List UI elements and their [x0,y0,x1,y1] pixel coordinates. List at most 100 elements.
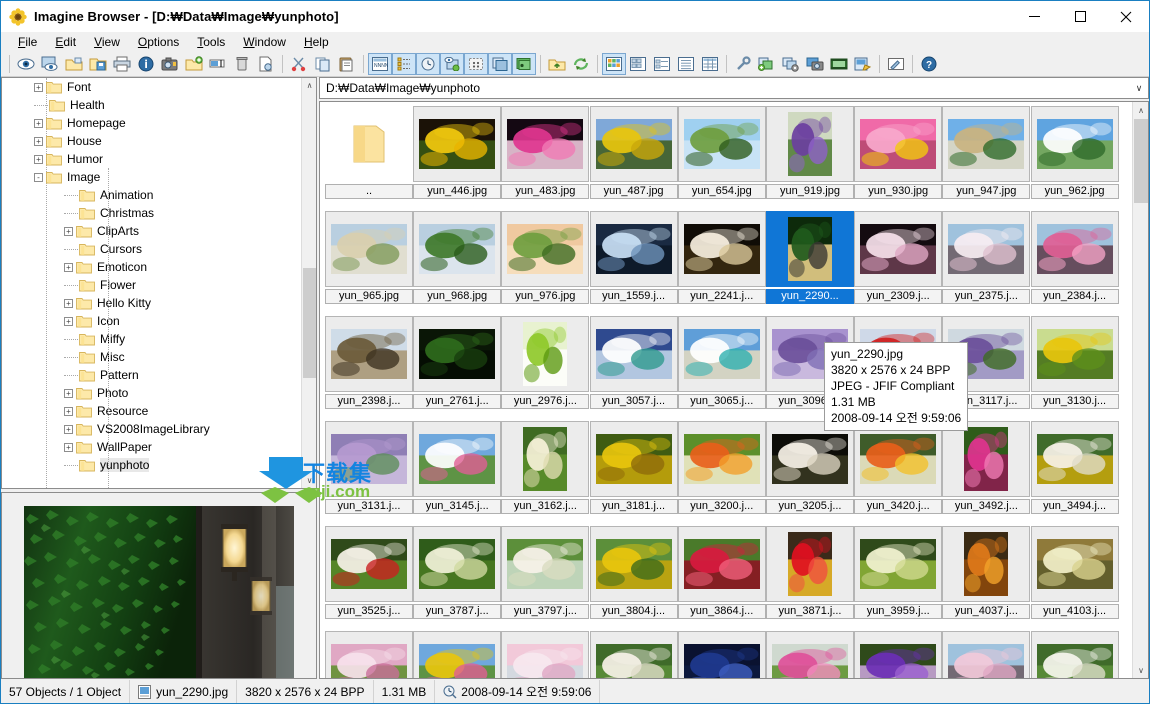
thumbnail-item[interactable]: yun_3420.j... [854,421,943,514]
tree-expander[interactable]: + [34,136,43,146]
thumbnail-image[interactable] [501,631,590,678]
tree-node-cliparts[interactable]: + ClipArts [2,222,316,240]
tree-node-house[interactable]: + House [2,132,316,150]
thumbnail-item[interactable]: yun_968.jpg [413,211,502,304]
thumbnail-item[interactable]: yun_976.jpg [501,211,590,304]
tree-node-christmas[interactable]: Christmas [2,204,316,222]
thumbnail-item[interactable]: yun_4037.j... [942,526,1031,619]
tree-node-misc[interactable]: Misc [2,348,316,366]
tree-expander[interactable]: + [64,424,73,434]
tree-scroll-down-arrow[interactable]: ∨ [302,473,316,488]
thumbnail-image[interactable] [1030,526,1119,602]
menu-tools[interactable]: Tools [188,33,234,52]
open-folder-icon[interactable] [62,53,86,75]
capture-screen-icon[interactable] [803,53,827,75]
tree-node-resource[interactable]: + Resource [2,402,316,420]
grid-scrollbar-thumb[interactable] [1134,119,1148,203]
menu-window[interactable]: Window [234,33,295,52]
parent-folder-icon[interactable] [545,53,569,75]
path-bar[interactable]: D:₩Data₩Image₩yunphoto ∨ [319,77,1149,99]
thumbnail-item[interactable]: yun_483.jpg [501,106,590,199]
thumbnail-item[interactable]: yun_654.jpg [677,106,766,199]
tree-scrollbar-thumb[interactable] [303,268,316,378]
thumbnail-item[interactable]: yun_2976.j... [501,316,590,409]
parent-folder-item[interactable]: .. [325,106,413,199]
tree-scroll-up-arrow[interactable]: ∧ [302,78,316,93]
close-button[interactable] [1103,1,1149,32]
copy-window-icon[interactable] [488,53,512,75]
tree-expander[interactable]: + [64,316,73,326]
thumbnail-image[interactable] [677,211,766,287]
clock-icon[interactable] [416,53,440,75]
refresh-icon[interactable] [569,53,593,75]
thumbnail-image[interactable] [325,631,413,678]
thumbnail-item[interactable]: yun_930.jpg [854,106,943,199]
thumbnail-image[interactable] [589,316,678,392]
thumbnail-item[interactable]: yun_965.jpg [325,211,413,304]
new-folder-icon[interactable] [182,53,206,75]
filelist-icon[interactable]: NNNN [368,53,392,75]
thumbnail-item[interactable]: yun_3162.j... [501,421,590,514]
thumbnail-item[interactable]: yun_3145.j... [413,421,502,514]
thumbnail-item[interactable]: yun_3787.j... [413,526,502,619]
thumbnail-item[interactable]: yun_3205.j... [766,421,854,514]
thumbnail-item[interactable]: yun_2241.j... [677,211,766,304]
tree-node-humor[interactable]: + Humor [2,150,316,168]
thumbnail-image[interactable] [1030,421,1119,497]
thumbnail-item[interactable] [325,631,413,678]
thumbnail-image[interactable] [766,106,854,182]
view-icons-icon[interactable] [650,53,674,75]
tree-node-icon[interactable]: + Icon [2,312,316,330]
thumbnail-item[interactable]: yun_3057.j... [589,316,678,409]
thumbnail-item[interactable]: yun_2761.j... [413,316,502,409]
thumbnail-image[interactable] [942,211,1031,287]
thumbnail-image[interactable] [501,211,590,287]
thumbnail-image[interactable] [677,631,766,678]
tree-node-yunphoto[interactable]: yunphoto [2,456,316,474]
thumbnail-item[interactable]: yun_3797.j... [501,526,590,619]
thumbnail-image[interactable] [854,526,943,602]
delete-icon[interactable] [230,53,254,75]
thumbnail-image[interactable] [1030,106,1119,182]
pencil-icon[interactable] [884,53,908,75]
batch-process-icon[interactable] [779,53,803,75]
thumbnail-image[interactable] [413,631,502,678]
grid-scrollbar[interactable]: ∧ ∨ [1132,102,1148,678]
thumbnail-image[interactable] [413,211,502,287]
thumbnail-image[interactable] [942,421,1031,497]
rename-icon[interactable] [206,53,230,75]
thumbnail-image[interactable] [766,631,854,678]
thumbnail-image[interactable] [942,106,1031,182]
thumbnail-image[interactable] [942,631,1031,678]
thumbnail-item[interactable]: yun_3492.j... [942,421,1031,514]
menu-view[interactable]: View [85,33,129,52]
thumbnail-item[interactable] [854,631,943,678]
thumbnail-item[interactable] [589,631,678,678]
edit-image-icon[interactable] [851,53,875,75]
tree-node-vs2008imagelibrary[interactable]: + VS2008ImageLibrary [2,420,316,438]
thumbnail-image[interactable] [677,316,766,392]
tree-scrollbar[interactable]: ∧ ∨ [301,78,316,488]
batch-convert-icon[interactable] [755,53,779,75]
thumbnail-item[interactable] [413,631,502,678]
thumbnail-image[interactable] [854,211,943,287]
thumbnail-image[interactable] [501,106,590,182]
wrench-icon[interactable] [731,53,755,75]
slideshow-icon[interactable] [38,53,62,75]
menu-options[interactable]: Options [129,33,188,52]
thumbnail-item[interactable]: yun_2290... [766,211,854,304]
tree-expander[interactable]: + [34,118,43,128]
thumbnail-image[interactable] [501,421,590,497]
cut-icon[interactable] [287,53,311,75]
tree-expander[interactable]: + [34,82,43,92]
tree-expander[interactable]: + [64,262,73,272]
minimize-button[interactable] [1011,1,1057,32]
tree-expander[interactable]: + [64,298,73,308]
paste-icon[interactable] [335,53,359,75]
tree-node-pattern[interactable]: Pattern [2,366,316,384]
folder-tree[interactable]: + Font Health + Homepage + House + Humor - Image An… [1,77,317,489]
menu-help[interactable]: Help [295,33,338,52]
menu-file[interactable]: File [9,33,46,52]
thumbnail-image[interactable] [854,421,943,497]
thumbnail-image[interactable] [589,421,678,497]
